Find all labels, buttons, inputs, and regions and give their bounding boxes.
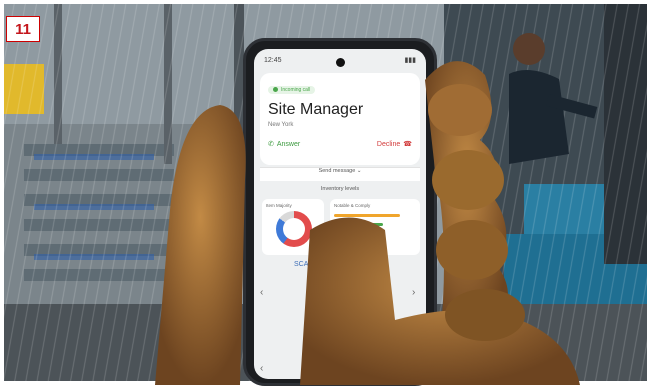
figure-number-badge: 11 [6, 16, 40, 42]
work-glove-hand [155, 61, 580, 385]
